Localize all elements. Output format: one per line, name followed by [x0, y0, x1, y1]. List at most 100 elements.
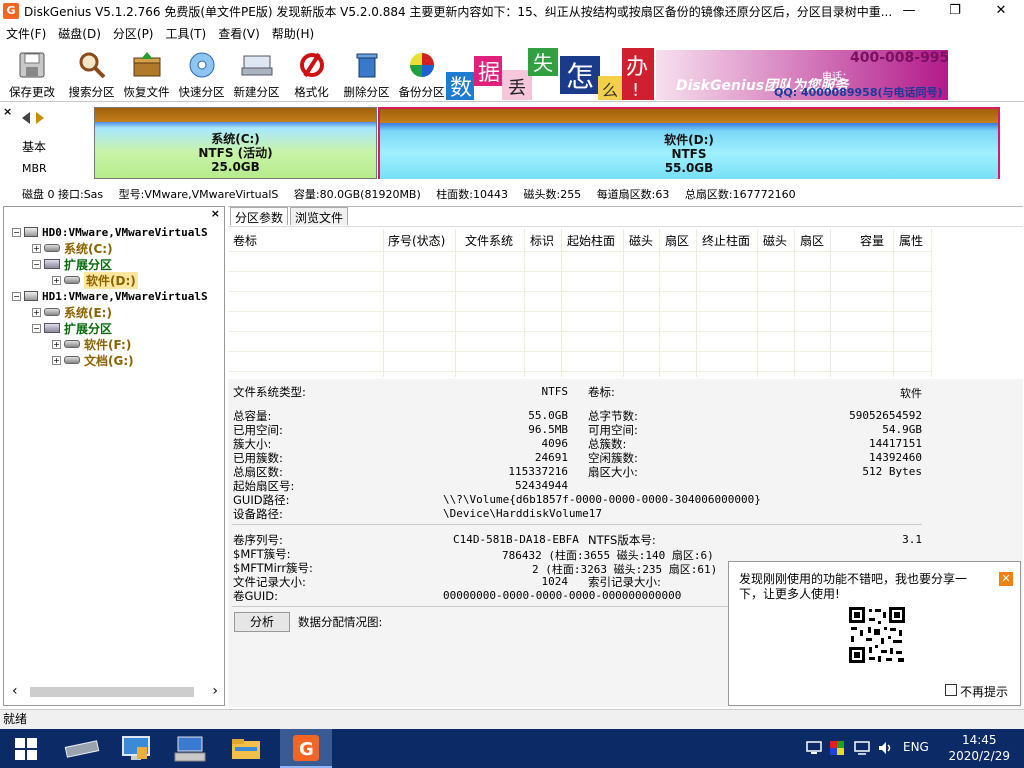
column-header[interactable]: 文件系统: [465, 232, 513, 249]
restore-button[interactable]: ❐: [932, 0, 978, 22]
status-bar: 就绪: [0, 709, 1024, 729]
collapse-icon[interactable]: −: [12, 291, 21, 301]
partition-size: 55.0GB: [664, 161, 714, 175]
column-header[interactable]: 扇区: [665, 232, 689, 249]
taskbar-app-explorer[interactable]: [220, 729, 272, 768]
column-header[interactable]: 起始柱面: [567, 232, 615, 249]
expand-icon[interactable]: +: [32, 307, 41, 317]
disk-type-label: 基本: [22, 140, 47, 154]
collapse-icon[interactable]: −: [32, 323, 41, 333]
scroll-right-icon[interactable]: ›: [212, 683, 218, 699]
partition-block-c[interactable]: 系统(C:) NTFS (活动) 25.0GB: [94, 107, 377, 179]
menu-help[interactable]: 帮助(H): [266, 25, 320, 42]
tree-item-e[interactable]: + 系统(E:): [32, 304, 112, 320]
minimize-button[interactable]: —: [886, 0, 932, 22]
column-header[interactable]: 卷标: [233, 232, 257, 249]
extended-partition-icon: [44, 259, 60, 269]
quick-partition-button[interactable]: 快速分区: [174, 44, 229, 100]
ntfs-version-value: 3.1: [902, 533, 922, 546]
tree-item-extended-0[interactable]: − 扩展分区: [32, 256, 112, 272]
tree-item-d[interactable]: + 软件(D:): [52, 271, 138, 289]
analyze-button[interactable]: 分析: [234, 612, 290, 632]
close-button[interactable]: ✕: [978, 0, 1024, 22]
column-header[interactable]: 容量: [860, 232, 884, 249]
tree-item-extended-1[interactable]: − 扩展分区: [32, 320, 112, 336]
tree-horizontal-scrollbar[interactable]: ‹ ›: [12, 683, 218, 699]
banner-phone: 400-008-9958: [850, 50, 948, 66]
expand-icon[interactable]: +: [52, 275, 61, 285]
scrollbar-thumb[interactable]: [30, 687, 194, 697]
column-header[interactable]: 磁头: [763, 232, 787, 249]
partition-table: 卷标 序号(状态) 文件系统 标识 起始柱面 磁头 扇区 终止柱面 磁头 扇区 …: [228, 226, 1023, 378]
save-icon: [15, 48, 49, 82]
disk-tree: × − HD0:VMware,VMwareVirtualS + 系统(C:) −…: [3, 206, 225, 706]
menu-disk[interactable]: 磁盘(D): [52, 25, 107, 42]
column-header[interactable]: 序号(状态): [388, 232, 445, 249]
taskbar-app-computer[interactable]: [110, 729, 162, 768]
menu-tools[interactable]: 工具(T): [160, 25, 213, 42]
format-button[interactable]: 格式化: [284, 44, 339, 100]
arrow-left-icon[interactable]: [22, 112, 30, 124]
delete-partition-button[interactable]: 删除分区: [339, 44, 394, 100]
qr-code-icon[interactable]: [848, 606, 906, 664]
disk-total-sectors: 总扇区数:167772160: [684, 188, 796, 201]
collapse-icon[interactable]: −: [12, 227, 21, 237]
diskmap-close-icon[interactable]: ×: [3, 105, 12, 118]
column-header[interactable]: 标识: [530, 232, 554, 249]
tree-item-hd0[interactable]: − HD0:VMware,VMwareVirtualS: [12, 224, 208, 240]
tree-close-icon[interactable]: ×: [211, 207, 220, 220]
save-changes-button[interactable]: 保存更改: [0, 44, 64, 100]
column-header[interactable]: 磁头: [629, 232, 653, 249]
partition-icon: [44, 244, 60, 252]
banner-char: 么: [602, 81, 618, 100]
app-logo-icon: G: [3, 3, 19, 19]
partition-block-d[interactable]: 软件(D:) NTFS 55.0GB: [378, 107, 1000, 179]
dont-show-again-checkbox[interactable]: [945, 684, 957, 696]
new-partition-button[interactable]: 新建分区: [229, 44, 284, 100]
color-icon[interactable]: [830, 741, 844, 755]
tree-item-hd1[interactable]: − HD1:VMware,VMwareVirtualS: [12, 288, 208, 304]
tree-item-f[interactable]: + 软件(F:): [52, 336, 131, 352]
folder-icon: [232, 738, 260, 759]
taskbar-app-diskgenius[interactable]: G: [280, 729, 332, 768]
volume-icon[interactable]: [878, 741, 894, 755]
banner-char: 据: [478, 61, 500, 86]
tab-browse-files[interactable]: 浏览文件: [290, 207, 349, 225]
column-header[interactable]: 属性: [899, 232, 923, 249]
share-popup: 发现刚刚使用的功能不错吧，我也要分享一下，让更多人使用! ✕ 不再提示: [728, 561, 1021, 706]
backup-partition-button[interactable]: 备份分区: [394, 44, 449, 100]
tree-item-g[interactable]: + 文档(G:): [52, 352, 134, 368]
promo-banner[interactable]: 数 据 丢 失 怎 么 办 ! DiskGenius团队为您服务 电话： 400…: [446, 46, 948, 100]
start-button[interactable]: [0, 729, 52, 768]
scroll-left-icon[interactable]: ‹: [12, 683, 18, 699]
disk-map: × 基本 MBR 系统(C:) NTFS (活动) 25.0GB 软件(D:) …: [0, 101, 1024, 201]
svg-text:G: G: [299, 739, 314, 760]
column-header[interactable]: 扇区: [800, 232, 824, 249]
partition-icon: [64, 356, 80, 364]
expand-icon[interactable]: +: [32, 243, 41, 253]
display-icon[interactable]: [854, 741, 870, 755]
menu-partition[interactable]: 分区(P): [107, 25, 160, 42]
column-header[interactable]: 终止柱面: [702, 232, 750, 249]
arrow-right-icon[interactable]: [36, 112, 44, 124]
tree-item-c[interactable]: + 系统(C:): [32, 240, 113, 256]
search-partition-button[interactable]: 搜索分区: [64, 44, 119, 100]
collapse-icon[interactable]: −: [32, 259, 41, 269]
toolbar-label: 格式化: [294, 85, 329, 99]
expand-icon[interactable]: +: [52, 339, 61, 349]
popup-message: 发现刚刚使用的功能不错吧，我也要分享一下，让更多人使用!: [739, 572, 968, 601]
dont-show-again-label[interactable]: 不再提示: [960, 683, 1008, 700]
recover-files-button[interactable]: 恢复文件: [119, 44, 174, 100]
taskbar-app-keyboard[interactable]: [164, 729, 216, 768]
menu-file[interactable]: 文件(F): [0, 25, 52, 42]
taskbar-app-memory[interactable]: [56, 729, 108, 768]
input-language[interactable]: ENG: [903, 740, 929, 754]
expand-icon[interactable]: +: [52, 355, 61, 365]
disk-sectors-per-track: 每道扇区数:63: [596, 188, 670, 201]
menu-view[interactable]: 查看(V): [212, 25, 266, 42]
info-value: 54.9GB: [882, 423, 922, 436]
popup-close-icon[interactable]: ✕: [999, 572, 1013, 586]
network-icon[interactable]: [806, 741, 822, 755]
tab-partition-params[interactable]: 分区参数: [230, 207, 289, 225]
system-clock[interactable]: 14:45 2020/2/29: [948, 732, 1010, 764]
